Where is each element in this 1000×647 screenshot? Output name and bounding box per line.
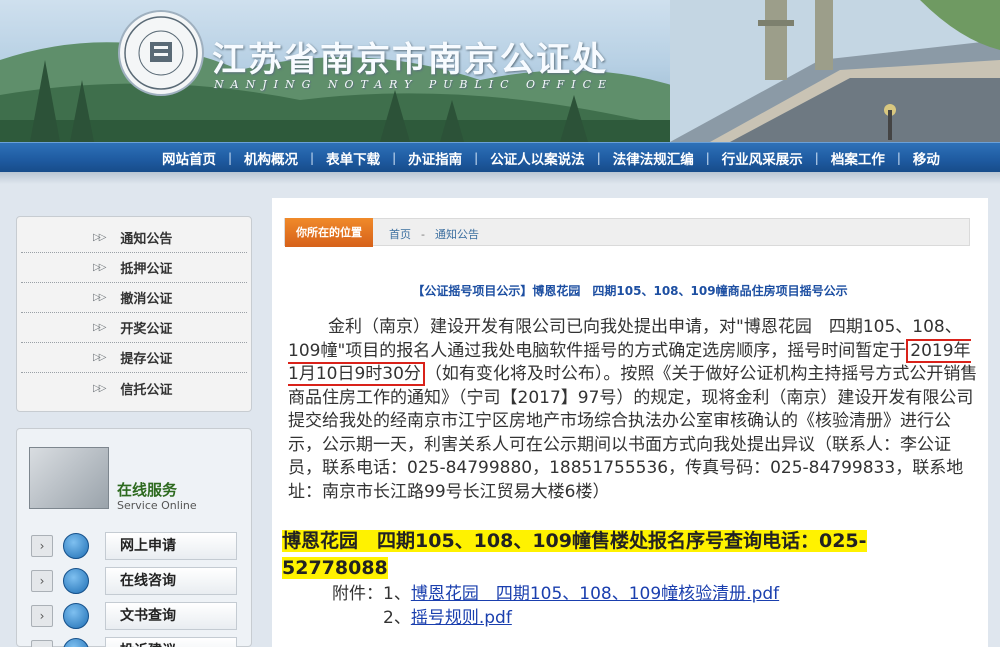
double-chevron-icon: ▷▷ <box>93 262 106 273</box>
double-chevron-icon: ▷▷ <box>93 352 106 363</box>
nav-cases[interactable]: 公证人以案说法 <box>480 148 595 168</box>
chevron-right-icon: › <box>31 640 53 647</box>
nav-guide[interactable]: 办证指南 <box>398 148 472 168</box>
chevron-right-icon: › <box>31 570 53 592</box>
nav-archive[interactable]: 档案工作 <box>821 148 895 168</box>
location-tag: 你所在的位置 <box>285 218 373 247</box>
seal-logo <box>118 10 204 96</box>
mouse-lock-icon <box>29 447 109 509</box>
breadcrumb: 你所在的位置 首页 - 通知公告 <box>284 218 970 247</box>
nav-forms[interactable]: 表单下载 <box>316 148 390 168</box>
attachment-link-lottery-rules[interactable]: 摇号规则.pdf <box>411 608 512 628</box>
service-title: 在线服务 <box>117 481 178 499</box>
main-nav: 网站首页 | 机构概况 | 表单下载 | 办证指南 | 公证人以案说法 | 法律法规汇编 |… <box>0 142 1000 172</box>
double-chevron-icon: ▷▷ <box>93 322 106 333</box>
nav-about[interactable]: 机构概况 <box>234 148 308 168</box>
sidebar-category-list: ▷▷ 通知公告 ▷▷ 抵押公证 ▷▷ 撤消公证 ▷▷ 开奖公证 ▷▷ 提存公证 ▷▷ 信托公… <box>16 216 252 412</box>
site-subtitle: NANJING NOTARY PUBLIC OFFICE <box>214 78 614 91</box>
article-headline: 【公证摇号项目公示】博恩花园 四期105、108、109幢商品住房项目摇号公示 <box>412 284 848 298</box>
nav-laws[interactable]: 法律法规汇编 <box>603 148 704 168</box>
nav-mobile[interactable]: 移动 <box>903 148 950 168</box>
chevron-right-icon: › <box>31 535 53 557</box>
double-chevron-icon: ▷▷ <box>93 232 106 243</box>
attachment-link-verification-list[interactable]: 博恩花园 四期105、108、109幢核验清册.pdf <box>411 584 779 604</box>
main-content: 你所在的位置 首页 - 通知公告 【公证摇号项目公示】博恩花园 四期105、108、… <box>272 198 988 647</box>
breadcrumb-home-link[interactable]: 首页 <box>389 228 411 241</box>
site-title: 江苏省南京市南京公证处 <box>212 40 608 80</box>
sidebar-item-mortgage[interactable]: ▷▷ 抵押公证 <box>21 253 247 283</box>
envelope-icon <box>63 638 89 647</box>
chevron-right-icon: › <box>31 605 53 627</box>
sidebar-item-escrow[interactable]: ▷▷ 提存公证 <box>21 343 247 373</box>
sidebar-item-trust[interactable]: ▷▷ 信托公证 <box>21 373 247 403</box>
bridge-photo <box>670 0 1000 142</box>
header-banner: 江苏省南京市南京公证处 NANJING NOTARY PUBLIC OFFICE <box>0 0 1000 142</box>
double-chevron-icon: ▷▷ <box>93 292 106 303</box>
online-service-panel: 在线服务 Service Online › 网上申请 › 在线咨询 › 文书查询… <box>16 428 252 647</box>
query-phone-note: 博恩花园 四期105、108、109幢售楼处报名序号查询电话：025-52778… <box>282 530 867 579</box>
article-body: 金利（南京）建设开发有限公司已向我处提出申请，对"博恩花园 四期105、108、… <box>288 317 978 502</box>
document-list-icon <box>63 603 89 629</box>
service-document-query[interactable]: › 文书查询 <box>31 601 253 631</box>
nav-showcase[interactable]: 行业风采展示 <box>712 148 813 168</box>
service-subtitle: Service Online <box>117 499 197 512</box>
form-check-icon <box>63 533 89 559</box>
service-online-apply[interactable]: › 网上申请 <box>31 531 253 561</box>
attachments: 附件：1、博恩花园 四期105、108、109幢核验清册.pdf 2、摇号规则.… <box>332 584 780 628</box>
sidebar-item-lottery[interactable]: ▷▷ 开奖公证 <box>21 313 247 343</box>
double-chevron-icon: ▷▷ <box>93 382 106 394</box>
breadcrumb-current[interactable]: 通知公告 <box>435 228 479 241</box>
nav-home[interactable]: 网站首页 <box>152 148 226 168</box>
sidebar-item-revoke[interactable]: ▷▷ 撤消公证 <box>21 283 247 313</box>
sidebar-item-notice[interactable]: ▷▷ 通知公告 <box>21 223 247 253</box>
headset-icon <box>63 568 89 594</box>
service-online-consult[interactable]: › 在线咨询 <box>31 566 253 596</box>
service-complaint[interactable]: › 投诉建议 <box>31 636 253 647</box>
